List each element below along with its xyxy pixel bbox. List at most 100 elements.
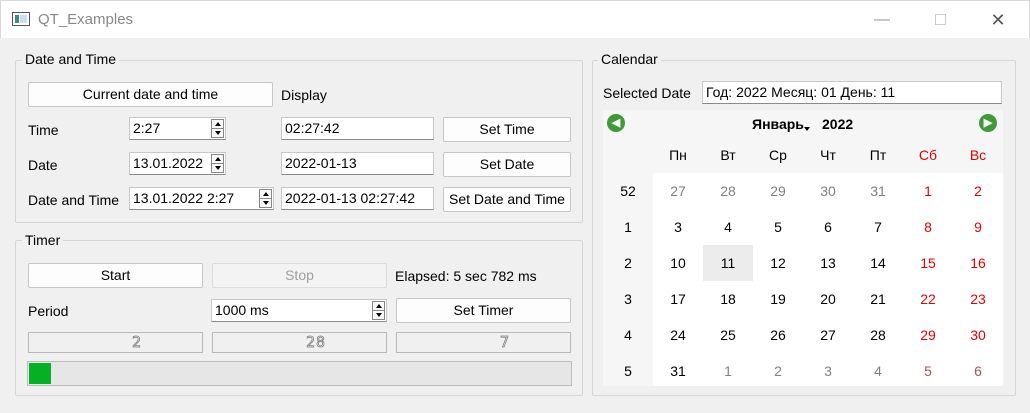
calendar-day[interactable]: 25	[703, 317, 753, 353]
maximize-button[interactable]	[917, 1, 963, 39]
app-window-icon	[12, 12, 30, 26]
datetime-spinbox-value: 13.01.2022 2:27	[133, 190, 235, 206]
date-spin-arrows[interactable]	[211, 154, 224, 173]
close-button[interactable]: ✕	[975, 1, 1021, 39]
calendar-day[interactable]: 24	[653, 317, 703, 353]
calendar-day[interactable]: 20	[803, 281, 853, 317]
calendar-day[interactable]: 30	[953, 317, 1003, 353]
calendar-day[interactable]: 31	[653, 353, 703, 389]
period-spinbox[interactable]: 1000 ms	[211, 299, 387, 322]
calendar-day[interactable]: 13	[803, 245, 853, 281]
display-label: Display	[281, 87, 327, 103]
period-label: Period	[28, 303, 69, 319]
week-number: 52	[620, 183, 636, 199]
week-number: 5	[624, 363, 632, 379]
calendar-day[interactable]: 16	[953, 245, 1003, 281]
lcd-display-minutes: 28	[212, 332, 387, 353]
set-time-button[interactable]: Set Time	[443, 117, 571, 142]
timer-progress-bar	[27, 361, 572, 386]
calendar-day-adjacent-month[interactable]: 3	[803, 353, 853, 389]
minimize-button[interactable]: —	[859, 1, 905, 39]
period-spinbox-value: 1000 ms	[215, 302, 269, 318]
datetime-spinbox[interactable]: 13.01.2022 2:27	[129, 187, 274, 210]
calendar-group-title: Calendar	[598, 51, 661, 67]
calendar-day[interactable]: 1	[903, 173, 953, 209]
calendar-day-adjacent-month[interactable]: 6	[953, 353, 1003, 389]
time-spin-arrows[interactable]	[211, 119, 224, 138]
calendar-day[interactable]: 28	[853, 317, 903, 353]
calendar-day[interactable]: 18	[703, 281, 753, 317]
calendar-day-adjacent-month[interactable]: 29	[753, 173, 803, 209]
calendar-day[interactable]: 6	[803, 209, 853, 245]
date-spinbox[interactable]: 13.01.2022	[129, 152, 226, 175]
date-display-field[interactable]: 2022-01-13	[281, 152, 434, 175]
start-button[interactable]: Start	[28, 263, 203, 288]
calendar-day-adjacent-month[interactable]: 28	[703, 173, 753, 209]
calendar-day[interactable]: 8	[903, 209, 953, 245]
calendar-day[interactable]: 9	[953, 209, 1003, 245]
calendar-day-adjacent-month[interactable]: 4	[853, 353, 903, 389]
calendar-day[interactable]: 22	[903, 281, 953, 317]
date-spinbox-value: 13.01.2022	[133, 155, 204, 171]
calendar-day-adjacent-month[interactable]: 1	[703, 353, 753, 389]
calendar-day[interactable]: 2	[953, 173, 1003, 209]
day-of-week-header-cell: Пн	[669, 147, 687, 163]
maximize-icon	[934, 14, 946, 26]
calendar-day[interactable]: 15	[903, 245, 953, 281]
lcd-display-hours: 2	[28, 332, 203, 353]
calendar-day[interactable]: 4	[703, 209, 753, 245]
month-selector[interactable]: Январь	[752, 116, 804, 132]
week-number: 3	[624, 291, 632, 307]
calendar-day-adjacent-month[interactable]: 31	[853, 173, 903, 209]
week-number: 4	[624, 327, 632, 343]
calendar-day[interactable]: 27	[803, 317, 853, 353]
window-title: QT_Examples	[38, 11, 134, 28]
elapsed-label: Elapsed: 5 sec 782 ms	[395, 268, 537, 284]
period-spin-arrows[interactable]	[372, 301, 385, 320]
calendar-day[interactable]: 12	[753, 245, 803, 281]
title-bar: QT_Examples — ✕	[0, 0, 1030, 38]
calendar-day[interactable]: 26	[753, 317, 803, 353]
calendar-day[interactable]: 29	[903, 317, 953, 353]
lcd-display-seconds: 7	[396, 332, 571, 353]
calendar-day-adjacent-month[interactable]: 2	[753, 353, 803, 389]
calendar-day[interactable]: 5	[753, 209, 803, 245]
calendar-day[interactable]: 14	[853, 245, 903, 281]
week-number: 1	[624, 219, 632, 235]
calendar-day[interactable]: 21	[853, 281, 903, 317]
date-label: Date	[28, 157, 58, 173]
next-month-icon[interactable]: ▶	[979, 114, 997, 132]
calendar-day[interactable]: 3	[653, 209, 703, 245]
selected-date-field[interactable]: Год: 2022 Месяц: 01 День: 11	[702, 81, 1002, 104]
time-spinbox-value: 2:27	[133, 120, 161, 136]
progress-fill	[29, 363, 51, 384]
day-of-week-header-cell: Чт	[820, 147, 836, 163]
datetime-spin-arrows[interactable]	[259, 189, 272, 208]
calendar-day[interactable]: 11	[703, 245, 753, 281]
stop-button[interactable]: Stop	[212, 263, 387, 288]
calendar-day[interactable]: 7	[853, 209, 903, 245]
set-timer-button[interactable]: Set Timer	[396, 298, 571, 323]
day-of-week-header-cell: Вс	[969, 147, 987, 163]
set-date-and-time-button[interactable]: Set Date and Time	[443, 187, 571, 212]
day-of-week-header-cell: Вт	[720, 147, 736, 163]
month-dropdown-icon[interactable]	[804, 127, 810, 131]
calendar-day-adjacent-month[interactable]: 27	[653, 173, 703, 209]
calendar-day[interactable]: 19	[753, 281, 803, 317]
calendar-day[interactable]: 10	[653, 245, 703, 281]
day-of-week-header-cell: Сб	[918, 147, 938, 163]
time-label: Time	[28, 122, 59, 138]
set-date-button[interactable]: Set Date	[443, 152, 571, 177]
time-display-field[interactable]: 02:27:42	[281, 117, 434, 140]
datetime-display-field[interactable]: 2022-01-13 02:27:42	[281, 187, 434, 210]
date-time-group-title: Date and Time	[22, 51, 120, 67]
prev-month-icon[interactable]: ◀	[607, 114, 625, 132]
calendar-day-adjacent-month[interactable]: 5	[903, 353, 953, 389]
year-selector[interactable]: 2022	[822, 116, 853, 132]
calendar-day-adjacent-month[interactable]: 30	[803, 173, 853, 209]
day-of-week-header-cell: Пт	[869, 147, 887, 163]
calendar-day[interactable]: 17	[653, 281, 703, 317]
calendar-day[interactable]: 23	[953, 281, 1003, 317]
time-spinbox[interactable]: 2:27	[129, 117, 226, 140]
current-date-time-button[interactable]: Current date and time	[28, 82, 273, 107]
